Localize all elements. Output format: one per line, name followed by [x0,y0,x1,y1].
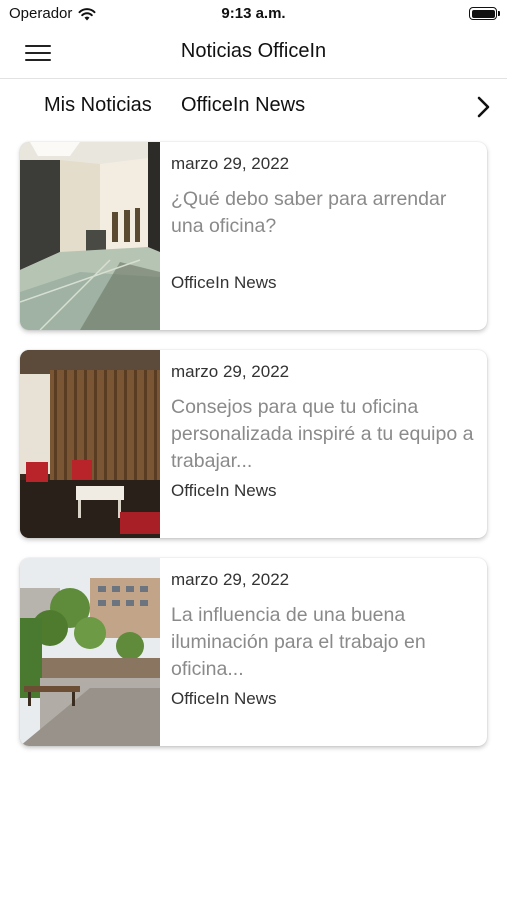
news-date: marzo 29, 2022 [171,154,290,173]
category-tabs: Mis Noticias OfficeIn News [0,80,507,134]
news-list: marzo 29, 2022 ¿Qué debo saber para arre… [20,142,487,766]
news-card[interactable]: marzo 29, 2022 La influencia de una buen… [20,558,487,746]
news-source: OfficeIn News [171,689,277,708]
status-time: 9:13 a.m. [221,5,286,22]
battery-icon [469,7,500,20]
page-title: Noticias OfficeIn [180,40,327,62]
news-source: OfficeIn News [171,273,277,292]
tab-officein-news[interactable]: OfficeIn News [181,94,305,117]
chevron-right-icon[interactable] [471,94,495,120]
navigation-bar: Noticias OfficeIn [0,28,507,79]
news-title: ¿Qué debo saber para arrendar una oficin… [171,188,447,237]
status-bar: Operador 9:13 a.m. [0,0,507,28]
news-date: marzo 29, 2022 [171,570,290,589]
rooftop-terrace-photo [20,558,160,746]
news-card[interactable]: marzo 29, 2022 ¿Qué debo saber para arre… [20,142,487,330]
news-title: La influencia de una buena iluminación p… [171,604,426,680]
office-lounge-photo [20,350,160,538]
tab-mis-noticias[interactable]: Mis Noticias [44,94,152,117]
news-card[interactable]: marzo 29, 2022 Consejos para que tu ofic… [20,350,487,538]
news-source: OfficeIn News [171,481,277,500]
office-lobby-photo [20,142,160,330]
news-date: marzo 29, 2022 [171,362,290,381]
news-title: Consejos para que tu oficina personaliza… [171,396,474,472]
